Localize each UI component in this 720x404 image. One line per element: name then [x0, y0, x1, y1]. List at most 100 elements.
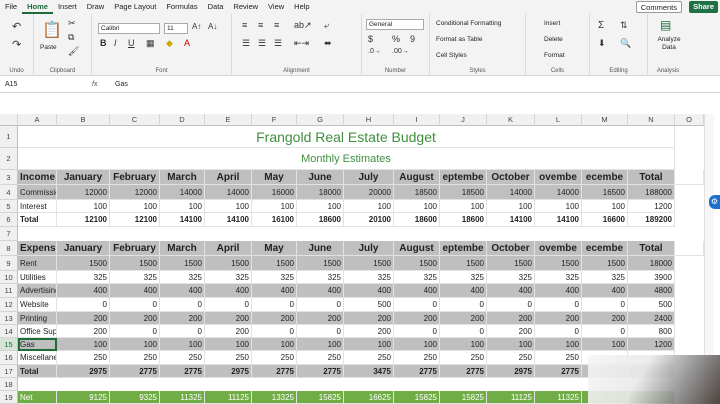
value-cell[interactable]: 0: [582, 325, 628, 338]
value-cell[interactable]: 1500: [344, 256, 394, 271]
value-cell[interactable]: 1500: [160, 256, 205, 271]
value-cell[interactable]: 100: [205, 200, 252, 213]
value-cell[interactable]: 100: [487, 200, 535, 213]
column-header-M[interactable]: M: [582, 114, 628, 126]
header-cell[interactable]: October: [487, 241, 535, 256]
value-cell[interactable]: 325: [110, 271, 160, 284]
value-cell[interactable]: 325: [487, 271, 535, 284]
value-cell[interactable]: 2975: [205, 365, 252, 378]
value-cell[interactable]: 0: [394, 298, 440, 312]
value-cell[interactable]: 0: [440, 298, 487, 312]
value-cell[interactable]: 200: [57, 312, 110, 325]
borders-icon[interactable]: ▦: [146, 38, 155, 49]
row-header-8[interactable]: 8: [0, 241, 18, 256]
value-cell[interactable]: 800: [628, 325, 675, 338]
paste-icon[interactable]: 📋: [42, 20, 62, 40]
value-cell[interactable]: 2775: [394, 365, 440, 378]
undo-icon[interactable]: ↶: [12, 20, 21, 33]
value-cell[interactable]: 200: [487, 325, 535, 338]
row-label-cell[interactable]: Gas: [18, 338, 57, 351]
row-label-cell[interactable]: Miscellane: [18, 351, 57, 365]
conditional-formatting-button[interactable]: Conditional Formatting: [436, 20, 501, 27]
value-cell[interactable]: 1500: [394, 256, 440, 271]
value-cell[interactable]: 250: [110, 351, 160, 365]
menu-tab-data[interactable]: Data: [203, 0, 229, 14]
format-button[interactable]: Format: [544, 52, 565, 59]
value-cell[interactable]: 500: [628, 298, 675, 312]
value-cell[interactable]: 0: [297, 325, 344, 338]
indent-icon[interactable]: ⇤⇥: [294, 38, 309, 49]
value-cell[interactable]: 2775: [110, 365, 160, 378]
row-header-13[interactable]: 13: [0, 312, 18, 325]
side-panel-icon[interactable]: ⚙: [709, 195, 720, 209]
value-cell[interactable]: 325: [394, 271, 440, 284]
value-cell[interactable]: 200: [205, 325, 252, 338]
value-cell[interactable]: 18000: [297, 185, 344, 200]
format-as-table-button[interactable]: Format as Table: [436, 36, 482, 43]
value-cell[interactable]: 100: [160, 338, 205, 351]
value-cell[interactable]: 200: [297, 312, 344, 325]
value-cell[interactable]: 100: [110, 200, 160, 213]
value-cell[interactable]: 0: [440, 325, 487, 338]
value-cell[interactable]: 400: [160, 284, 205, 298]
formula-input[interactable]: Gas: [115, 79, 128, 90]
decrease-decimal-icon[interactable]: .00→: [392, 48, 409, 55]
header-cell[interactable]: August: [394, 170, 440, 185]
value-cell[interactable]: 250: [297, 351, 344, 365]
value-cell[interactable]: 200: [394, 312, 440, 325]
value-cell[interactable]: 0: [487, 298, 535, 312]
value-cell[interactable]: 250: [160, 351, 205, 365]
row-label-cell[interactable]: Commissio: [18, 185, 57, 200]
value-cell[interactable]: 200: [535, 312, 582, 325]
value-cell[interactable]: 325: [344, 271, 394, 284]
value-cell[interactable]: 400: [205, 284, 252, 298]
header-cell[interactable]: August: [394, 241, 440, 256]
row-label-cell[interactable]: Printing: [18, 312, 57, 325]
row-label-cell[interactable]: Total: [18, 365, 57, 378]
column-header-H[interactable]: H: [344, 114, 394, 126]
header-cell[interactable]: January: [57, 170, 110, 185]
menu-tab-insert[interactable]: Insert: [53, 0, 82, 14]
value-cell[interactable]: 2775: [440, 365, 487, 378]
value-cell[interactable]: 100: [297, 338, 344, 351]
value-cell[interactable]: 100: [394, 338, 440, 351]
value-cell[interactable]: 2775: [160, 365, 205, 378]
value-cell[interactable]: 4800: [628, 284, 675, 298]
orientation-icon[interactable]: ab↗: [294, 20, 312, 31]
sheet-subtitle[interactable]: Monthly Estimates: [18, 148, 675, 170]
row-header-4[interactable]: 4: [0, 185, 18, 200]
header-cell[interactable]: ecembe: [582, 170, 628, 185]
value-cell[interactable]: 250: [440, 351, 487, 365]
format-painter-icon[interactable]: 🖌: [68, 46, 79, 57]
value-cell[interactable]: 200: [205, 312, 252, 325]
align-center-icon[interactable]: ☰: [258, 38, 266, 49]
menu-tab-review[interactable]: Review: [228, 0, 263, 14]
header-cell[interactable]: ovembe: [535, 170, 582, 185]
row-header-9[interactable]: 9: [0, 256, 18, 271]
value-cell[interactable]: 2975: [57, 365, 110, 378]
value-cell[interactable]: 3475: [344, 365, 394, 378]
value-cell[interactable]: 15825: [440, 391, 487, 404]
value-cell[interactable]: 1500: [110, 256, 160, 271]
value-cell[interactable]: 100: [57, 338, 110, 351]
value-cell[interactable]: 100: [487, 338, 535, 351]
row-header-18[interactable]: 18: [0, 378, 18, 391]
value-cell[interactable]: 200: [110, 312, 160, 325]
menu-tab-view[interactable]: View: [263, 0, 289, 14]
autosum-icon[interactable]: Σ: [598, 20, 604, 31]
column-header-G[interactable]: G: [297, 114, 344, 126]
value-cell[interactable]: 0: [297, 298, 344, 312]
value-cell[interactable]: 400: [440, 284, 487, 298]
value-cell[interactable]: 100: [582, 200, 628, 213]
row-header-14[interactable]: 14: [0, 325, 18, 338]
header-cell[interactable]: January: [57, 241, 110, 256]
value-cell[interactable]: 200: [160, 312, 205, 325]
empty-cell[interactable]: [675, 241, 704, 256]
value-cell[interactable]: 18600: [297, 213, 344, 227]
column-header-B[interactable]: B: [57, 114, 110, 126]
row-header-7[interactable]: 7: [0, 227, 18, 241]
value-cell[interactable]: 16600: [582, 213, 628, 227]
fx-icon[interactable]: fx: [92, 79, 97, 90]
value-cell[interactable]: 1500: [252, 256, 297, 271]
value-cell[interactable]: 400: [344, 284, 394, 298]
